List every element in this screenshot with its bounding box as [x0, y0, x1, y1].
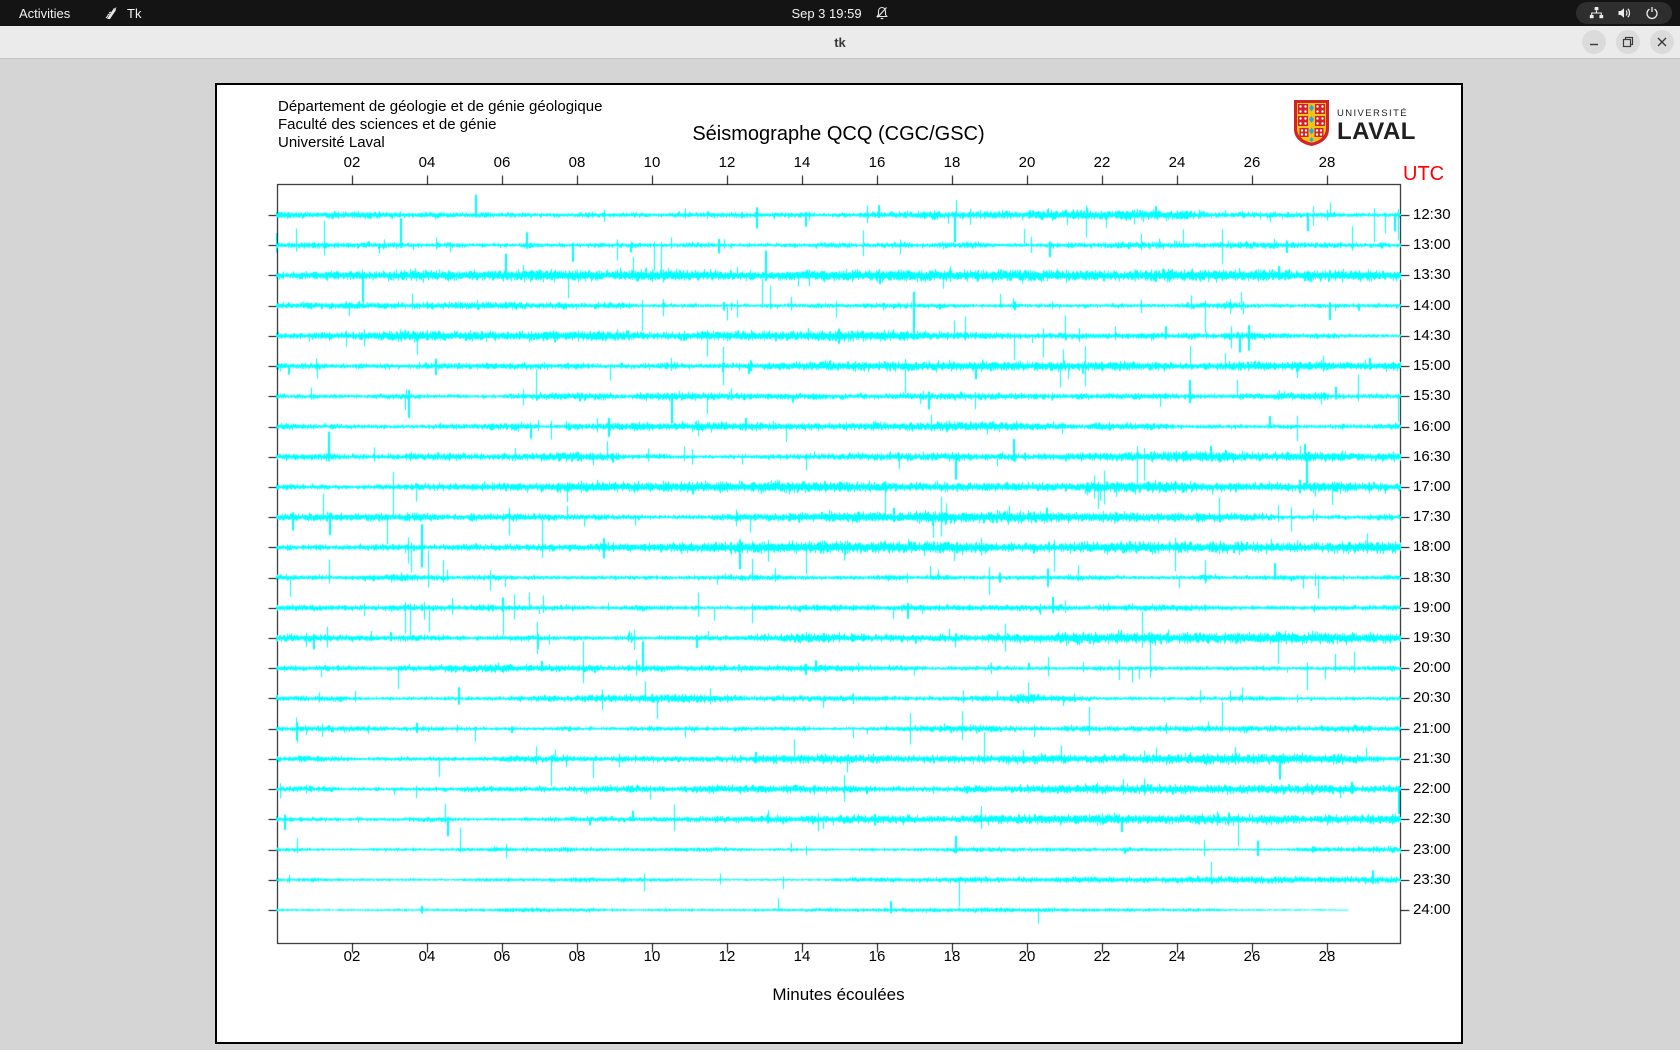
row-time-label: 21:00: [1413, 719, 1451, 737]
window-title: tk: [834, 35, 846, 50]
row-time-label: 22:30: [1413, 810, 1451, 828]
x-tick-label-bottom: 18: [943, 948, 961, 965]
row-time-label: 18:30: [1413, 568, 1451, 586]
system-status-area[interactable]: [1576, 2, 1672, 24]
power-icon: [1645, 6, 1659, 20]
row-time-label: 20:00: [1413, 659, 1451, 677]
utc-label: UTC: [1403, 163, 1445, 185]
x-tick-label-bottom: 12: [718, 948, 736, 965]
row-time-label: 16:30: [1413, 447, 1451, 465]
x-tick-label-top: 14: [793, 154, 811, 171]
x-tick-label-bottom: 28: [1318, 948, 1336, 965]
x-tick-label-top: 04: [418, 154, 436, 171]
row-time-label: 23:00: [1413, 840, 1451, 858]
plot-title: Séismographe QCQ (CGC/GSC): [692, 123, 985, 145]
x-tick-label-top: 28: [1318, 154, 1336, 171]
notifications-disabled-icon: [875, 6, 889, 20]
gnome-top-bar: Activities Tk Sep 3 19:59: [0, 0, 1680, 26]
x-tick-label-top: 08: [568, 154, 586, 171]
maximize-button[interactable]: [1616, 30, 1640, 54]
seismograph-canvas-frame: Département de géologie et de génie géol…: [215, 83, 1463, 1044]
row-time-label: 17:30: [1413, 508, 1451, 526]
row-time-label: 18:00: [1413, 538, 1451, 556]
clock-label: Sep 3 19:59: [791, 5, 862, 21]
x-tick-label-bottom: 06: [493, 948, 511, 965]
x-tick-label-top: 12: [718, 154, 736, 171]
window-titlebar[interactable]: tk: [0, 26, 1680, 59]
x-tick-label-top: 06: [493, 154, 511, 171]
close-button[interactable]: [1650, 30, 1674, 54]
seismogram-plot-canvas: [217, 85, 1461, 1042]
row-time-label: 15:30: [1413, 387, 1451, 405]
x-tick-label-top: 24: [1168, 154, 1186, 171]
row-time-label: 16:00: [1413, 417, 1451, 435]
row-time-label: 21:30: [1413, 749, 1451, 767]
logo-universite-label: UNIVERSITÉ: [1337, 107, 1409, 119]
universite-laval-logo: UNIVERSITÉ LAVAL: [1293, 99, 1416, 152]
row-time-label: 24:00: [1413, 901, 1451, 918]
x-tick-label-bottom: 24: [1168, 948, 1186, 965]
row-time-label: 23:30: [1413, 870, 1451, 888]
row-time-label: 19:30: [1413, 629, 1451, 647]
logo-laval-label: LAVAL: [1337, 117, 1416, 145]
x-tick-label-bottom: 20: [1018, 948, 1036, 965]
row-time-label: 17:00: [1413, 477, 1451, 495]
x-axis-label: Minutes écoulées: [772, 985, 905, 1004]
x-tick-label-top: 10: [643, 154, 661, 171]
x-tick-label-bottom: 08: [568, 948, 586, 965]
x-tick-label-bottom: 14: [793, 948, 811, 965]
x-tick-label-bottom: 16: [868, 948, 886, 965]
x-tick-label-top: 18: [943, 154, 961, 171]
laval-shield-icon: [1293, 99, 1330, 152]
x-tick-label-top: 26: [1243, 154, 1261, 171]
volume-icon: [1617, 6, 1632, 20]
x-tick-label-top: 16: [868, 154, 886, 171]
network-icon: [1589, 6, 1604, 20]
row-time-label: 22:00: [1413, 780, 1451, 798]
x-tick-label-top: 22: [1093, 154, 1111, 171]
x-tick-label-top: 20: [1018, 154, 1036, 171]
x-tick-label-bottom: 22: [1093, 948, 1111, 965]
row-time-label: 19:00: [1413, 598, 1451, 616]
row-time-label: 14:30: [1413, 326, 1451, 344]
x-tick-label-bottom: 04: [418, 948, 436, 965]
row-time-label: 13:30: [1413, 266, 1451, 284]
x-tick-label-bottom: 10: [643, 948, 661, 965]
x-tick-label-top: 02: [343, 154, 361, 171]
row-time-label: 13:00: [1413, 236, 1451, 254]
row-time-label: 20:30: [1413, 689, 1451, 707]
minimize-button[interactable]: [1582, 30, 1606, 54]
x-tick-label-bottom: 26: [1243, 948, 1261, 965]
row-time-label: 12:30: [1413, 206, 1451, 223]
clock-menu[interactable]: Sep 3 19:59: [0, 0, 1680, 26]
row-time-label: 14:00: [1413, 296, 1451, 314]
x-tick-label-bottom: 02: [343, 948, 361, 965]
row-time-label: 15:00: [1413, 357, 1451, 375]
